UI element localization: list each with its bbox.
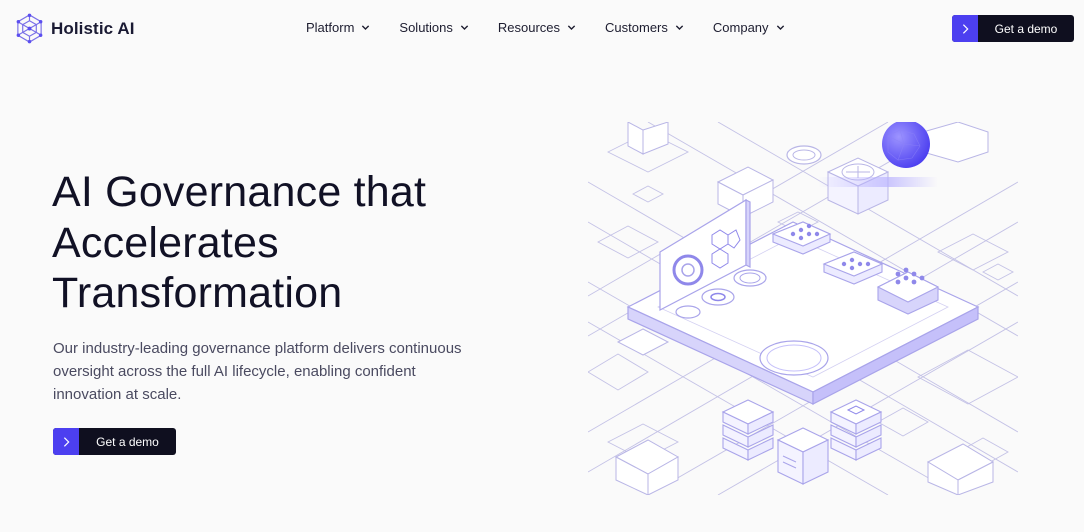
chevron-down-icon bbox=[675, 25, 684, 30]
hero-subtitle: Our industry-leading governance platform… bbox=[53, 340, 462, 403]
nav-item-customers[interactable]: Customers bbox=[605, 20, 684, 35]
brand-logo[interactable]: Holistic AI bbox=[14, 13, 135, 44]
nav-item-label: Platform bbox=[306, 20, 355, 35]
get-demo-label: Get a demo bbox=[994, 21, 1058, 36]
chevron-right-icon bbox=[952, 15, 978, 42]
hero-title-line: AI Governance that bbox=[52, 168, 427, 216]
nav-item-platform[interactable]: Platform bbox=[306, 20, 370, 35]
get-demo-label: Get a demo bbox=[96, 434, 159, 449]
chevron-down-icon bbox=[567, 25, 576, 30]
nav-item-label: Company bbox=[712, 20, 769, 35]
nav-item-resources[interactable]: Resources bbox=[498, 20, 576, 35]
top-nav: Holistic AI Platform Solutions Resources… bbox=[0, 0, 1084, 58]
main-menu: Platform Solutions Resources Customers C… bbox=[306, 20, 785, 35]
nav-item-company[interactable]: Company bbox=[713, 20, 785, 35]
hexagon-network-icon bbox=[16, 13, 43, 44]
nav-item-label: Resources bbox=[497, 20, 561, 35]
chevron-down-icon bbox=[460, 25, 469, 30]
isometric-platform-illustration bbox=[588, 122, 1018, 495]
chevron-down-icon bbox=[362, 25, 370, 30]
nav-item-label: Solutions bbox=[399, 20, 453, 35]
hero-title-line: Accelerates bbox=[52, 218, 279, 267]
get-demo-button-hero[interactable]: Get a demo bbox=[53, 428, 176, 455]
chevron-down-icon bbox=[776, 25, 784, 30]
hero-title: AI Governance that Accelerates Transform… bbox=[52, 167, 572, 319]
page: Holistic AI Platform Solutions Resources… bbox=[0, 0, 1084, 532]
nav-item-solutions[interactable]: Solutions bbox=[399, 20, 469, 35]
brand-name: Holistic AI bbox=[51, 18, 135, 38]
nav-item-label: Customers bbox=[605, 20, 668, 35]
get-demo-button-nav[interactable]: Get a demo bbox=[952, 15, 1074, 42]
chevron-right-icon bbox=[53, 428, 79, 455]
hero-title-line: Transformation bbox=[52, 269, 343, 317]
